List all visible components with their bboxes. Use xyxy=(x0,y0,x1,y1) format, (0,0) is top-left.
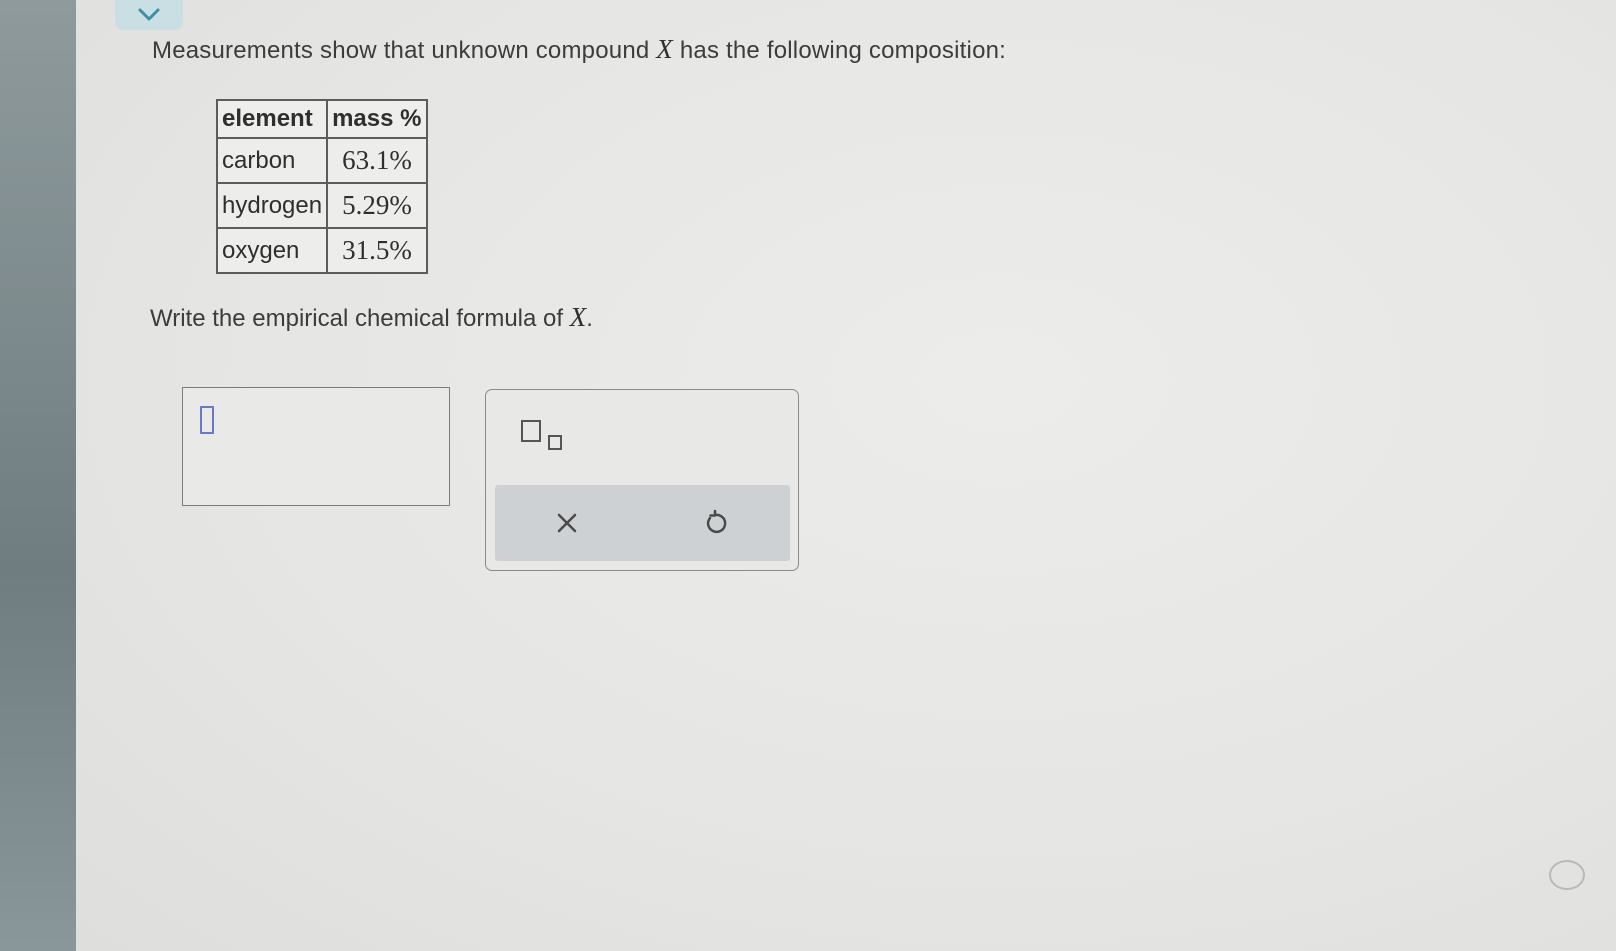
mass-cell: 31.5% xyxy=(326,227,428,274)
palette-action-bar xyxy=(495,485,790,561)
table-row: hydrogen 5.29% xyxy=(215,182,428,229)
undo-button[interactable] xyxy=(695,503,735,543)
prompt-text-end: . xyxy=(586,305,593,332)
answer-input[interactable] xyxy=(182,387,450,506)
corner-circle-icon[interactable] xyxy=(1549,860,1585,890)
question-prompt: Write the empirical chemical formula of … xyxy=(150,302,593,333)
base-box xyxy=(521,420,541,442)
compound-variable: X xyxy=(656,34,673,64)
mass-cell: 5.29% xyxy=(326,182,428,229)
element-cell: carbon xyxy=(215,137,329,184)
element-cell: oxygen xyxy=(215,227,329,274)
mass-cell: 63.1% xyxy=(326,137,428,184)
input-cursor-slot[interactable] xyxy=(200,406,214,434)
table-row: oxygen 31.5% xyxy=(215,227,428,274)
column-header-mass: mass % xyxy=(326,99,428,139)
screen-bezel xyxy=(0,0,76,951)
collapse-tab[interactable] xyxy=(115,0,183,30)
close-icon xyxy=(557,513,577,533)
question-text: Measurements show that unknown compound … xyxy=(152,34,1006,65)
formula-palette xyxy=(485,389,799,571)
question-intro-end: has the following composition: xyxy=(672,37,1007,64)
element-cell: hydrogen xyxy=(215,182,329,229)
composition-table: element mass % carbon 63.1% hydrogen 5.2… xyxy=(215,99,428,274)
prompt-variable: X xyxy=(569,302,587,332)
question-intro: Measurements show that unknown compound xyxy=(152,37,657,64)
clear-button[interactable] xyxy=(547,503,587,543)
table-header-row: element mass % xyxy=(215,99,428,139)
subscript-box xyxy=(548,435,562,450)
chevron-down-icon xyxy=(138,8,160,21)
column-header-element: element xyxy=(215,99,329,139)
prompt-text: Write the empirical chemical formula of xyxy=(150,305,570,332)
table-row: carbon 63.1% xyxy=(215,137,428,184)
undo-icon xyxy=(706,509,727,534)
subscript-icon[interactable] xyxy=(521,420,571,460)
